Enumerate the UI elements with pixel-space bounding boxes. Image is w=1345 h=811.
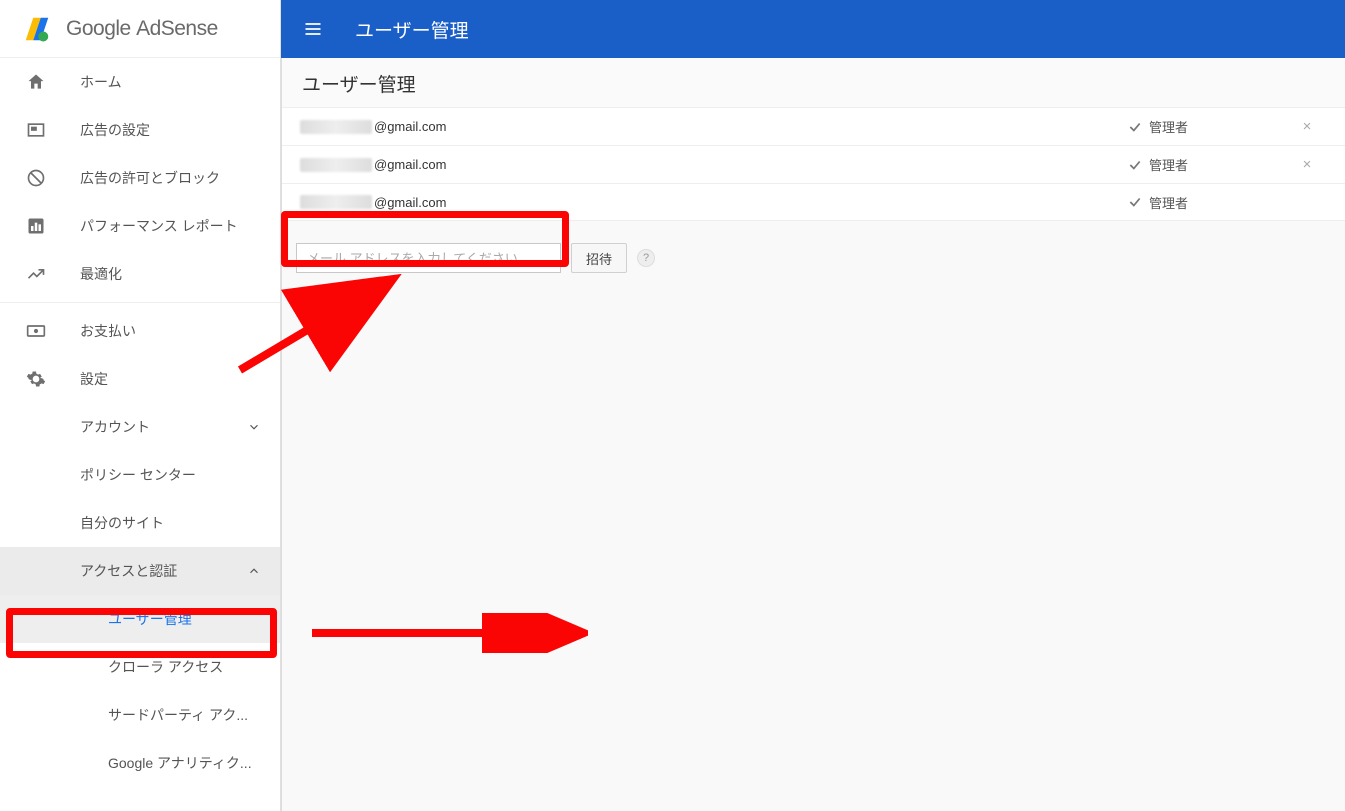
sidebar-item-account[interactable]: アカウント: [0, 403, 280, 451]
sidebar-item-allow-block[interactable]: 広告の許可とブロック: [0, 154, 280, 202]
sidebar: Google AdSense ホーム 広告の設定 広告の許可とブロック パフォー…: [0, 0, 281, 811]
home-icon: [24, 70, 48, 94]
sidebar-item-google-analytics[interactable]: Google アナリティク...: [0, 739, 280, 787]
sidebar-item-label: 広告の設定: [80, 120, 150, 140]
top-header: ユーザー管理: [281, 0, 1345, 58]
sidebar-item-label: 最適化: [80, 264, 122, 284]
chevron-down-icon: [244, 417, 264, 437]
logo-area: Google AdSense: [0, 0, 280, 58]
sidebar-item-payments[interactable]: お支払い: [0, 307, 280, 355]
block-icon: [24, 166, 48, 190]
admin-checkbox[interactable]: 管理者: [1127, 155, 1287, 174]
user-row: @gmail.com管理者×: [282, 145, 1345, 183]
sidebar-item-label: ホーム: [80, 72, 122, 92]
sidebar-item-label: Google アナリティク...: [108, 753, 252, 773]
sidebar-item-label: 広告の許可とブロック: [80, 168, 220, 188]
sidebar-item-label: サードパーティ アク...: [108, 705, 248, 725]
sidebar-item-label: 設定: [80, 369, 108, 389]
nav-divider: [0, 302, 280, 303]
sidebar-item-mysites[interactable]: 自分のサイト: [0, 499, 280, 547]
sidebar-item-label: パフォーマンス レポート: [80, 216, 238, 236]
admin-checkbox[interactable]: 管理者: [1127, 117, 1287, 136]
trending-up-icon: [24, 262, 48, 286]
redacted-text: [300, 120, 372, 134]
user-row: @gmail.com管理者×: [282, 107, 1345, 145]
invite-email-input[interactable]: [296, 243, 561, 273]
payments-icon: [24, 319, 48, 343]
sidebar-item-user-management[interactable]: ユーザー管理: [0, 595, 280, 643]
sidebar-item-label: アクセスと認証: [80, 561, 177, 581]
sidebar-item-ads[interactable]: 広告の設定: [0, 106, 280, 154]
checkmark-icon: [1127, 157, 1143, 173]
sidebar-item-crawler-access[interactable]: クローラ アクセス: [0, 643, 280, 691]
chevron-up-icon: [244, 561, 264, 581]
brand-text: Google AdSense: [66, 17, 218, 41]
redacted-text: [300, 158, 372, 172]
gear-icon: [24, 367, 48, 391]
sidebar-item-performance[interactable]: パフォーマンス レポート: [0, 202, 280, 250]
remove-user-button[interactable]: ×: [1287, 118, 1327, 135]
user-email: @gmail.com: [300, 119, 1127, 134]
page-title: ユーザー管理: [355, 16, 469, 43]
sidebar-item-policy[interactable]: ポリシー センター: [0, 451, 280, 499]
sidebar-item-label: クローラ アクセス: [108, 657, 223, 677]
hamburger-menu-icon[interactable]: [301, 17, 325, 41]
remove-user-button[interactable]: ×: [1287, 156, 1327, 173]
invite-row: 招待 ?: [282, 221, 1345, 295]
invite-button[interactable]: 招待: [571, 243, 627, 273]
redacted-text: [300, 195, 372, 209]
sidebar-item-label: アカウント: [80, 417, 150, 437]
checkmark-icon: [1127, 194, 1143, 210]
ad-unit-icon: [24, 118, 48, 142]
sidebar-item-thirdparty-access[interactable]: サードパーティ アク...: [0, 691, 280, 739]
sidebar-item-label: ユーザー管理: [108, 609, 192, 629]
main-content: ユーザー管理 @gmail.com管理者×@gmail.com管理者×@gmai…: [281, 58, 1345, 811]
sidebar-item-label: 自分のサイト: [80, 513, 164, 533]
bar-chart-icon: [24, 214, 48, 238]
sidebar-item-label: ポリシー センター: [80, 465, 196, 485]
adsense-logo-icon: [22, 14, 52, 44]
sidebar-item-label: お支払い: [80, 321, 136, 341]
user-email: @gmail.com: [300, 195, 1127, 210]
help-icon[interactable]: ?: [637, 249, 655, 267]
section-title: ユーザー管理: [282, 58, 1345, 107]
sidebar-item-home[interactable]: ホーム: [0, 58, 280, 106]
checkmark-icon: [1127, 119, 1143, 135]
sidebar-item-access-auth[interactable]: アクセスと認証: [0, 547, 280, 595]
sidebar-item-settings[interactable]: 設定: [0, 355, 280, 403]
user-row: @gmail.com管理者: [282, 183, 1345, 221]
admin-checkbox[interactable]: 管理者: [1127, 193, 1287, 212]
sidebar-item-optimization[interactable]: 最適化: [0, 250, 280, 298]
user-email: @gmail.com: [300, 157, 1127, 172]
